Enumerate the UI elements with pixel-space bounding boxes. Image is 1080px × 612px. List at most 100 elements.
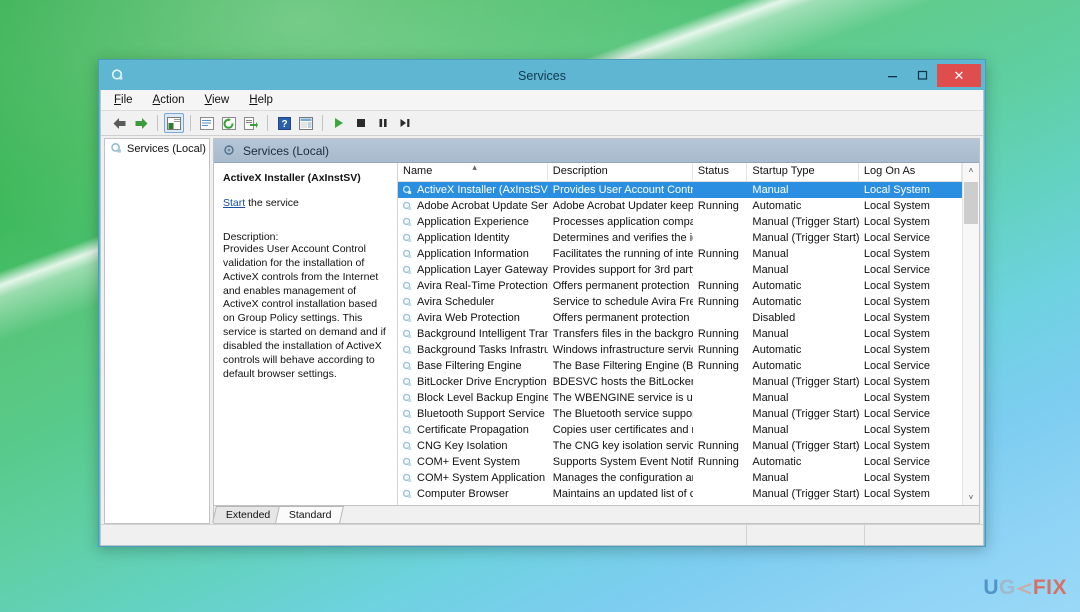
cell-name: Application Information xyxy=(398,248,548,260)
table-row[interactable]: Adobe Acrobat Update Serv... Adobe Acroba… xyxy=(398,198,962,214)
cell-name-label: Certificate Propagation xyxy=(417,424,529,436)
cell-log_on_as: Local System xyxy=(863,392,930,404)
menu-item-file[interactable]: File xyxy=(111,93,136,107)
cell-description: Offers permanent protection ag... xyxy=(552,312,693,324)
cell-name: COM+ Event System xyxy=(398,456,548,468)
service-icon xyxy=(402,409,413,420)
back-button[interactable] xyxy=(109,113,129,133)
cell-name-label: COM+ System Application xyxy=(417,472,546,484)
table-row[interactable]: Application Layer Gateway ... Provides su… xyxy=(398,262,962,278)
pause-service-button[interactable] xyxy=(373,113,393,133)
table-row[interactable]: Avira Web Protection Offers permanent pro… xyxy=(398,310,962,326)
table-row[interactable]: CNG Key Isolation The CNG key isolation s… xyxy=(398,438,962,454)
table-row[interactable]: Base Filtering Engine The Base Filtering … xyxy=(398,358,962,374)
service-icon xyxy=(402,313,413,324)
forward-button[interactable] xyxy=(131,113,151,133)
table-row[interactable]: Application Information Facilitates the r… xyxy=(398,246,962,262)
action-pane-button[interactable] xyxy=(296,113,316,133)
cell-name: Avira Scheduler xyxy=(398,296,548,308)
service-icon xyxy=(402,201,413,212)
restart-service-button[interactable] xyxy=(395,113,415,133)
table-row[interactable]: BitLocker Drive Encryption ... BDESVC hos… xyxy=(398,374,962,390)
service-icon xyxy=(402,377,413,388)
watermark-tfix: FIX xyxy=(1032,576,1067,599)
tab-standard-label: Standard xyxy=(289,509,332,521)
table-row[interactable]: Background Tasks Infrastru... Windows inf… xyxy=(398,342,962,358)
detail-action-line: Start the service xyxy=(223,197,388,209)
scrollbar-track[interactable] xyxy=(963,178,979,490)
refresh-button[interactable] xyxy=(219,113,239,133)
column-header-description[interactable]: Description xyxy=(548,163,693,181)
list-rows-container: ActiveX Installer (AxInstSV) Provides Use… xyxy=(398,182,979,505)
cell-name-label: Avira Scheduler xyxy=(417,296,495,308)
cell-description: BDESVC hosts the BitLocker Driv... xyxy=(552,376,693,388)
column-header-startup-type[interactable]: Startup Type xyxy=(747,163,859,181)
cell-log_on_as: Local System xyxy=(863,216,930,228)
cell-startup_type: Manual (Trigger Start) xyxy=(752,488,859,500)
detail-description-text: Provides User Account Control validation… xyxy=(223,243,386,380)
cell-description: Service to schedule Avira Free A... xyxy=(552,296,693,308)
column-header-status[interactable]: Status xyxy=(693,163,748,181)
cell-description: Determines and verifies the iden... xyxy=(552,232,693,244)
table-row[interactable]: Application Identity Determines and verif… xyxy=(398,230,962,246)
cell-startup_type: Manual xyxy=(752,392,789,404)
table-row[interactable]: Bluetooth Support Service The Bluetooth s… xyxy=(398,406,962,422)
cell-log_on_as: Local System xyxy=(863,296,930,308)
menu-item-action[interactable]: Action xyxy=(150,93,188,107)
start-service-button[interactable] xyxy=(329,113,349,133)
cell-name-label: Application Layer Gateway ... xyxy=(417,264,548,276)
window-titlebar[interactable]: Services ✕ xyxy=(100,61,984,90)
cell-log_on_as: Local Service xyxy=(863,232,930,244)
cell-status: Running xyxy=(697,456,739,468)
console-tree-button[interactable] xyxy=(164,113,184,133)
services-window: Services ✕ File Action View Help ? Servi… xyxy=(98,59,986,547)
tab-extended[interactable]: Extended xyxy=(212,506,283,523)
menu-accel-help: H xyxy=(249,94,258,106)
service-icon xyxy=(402,361,413,372)
cell-log_on_as: Local Service xyxy=(863,456,930,468)
table-row[interactable]: Certificate Propagation Copies user certi… xyxy=(398,422,962,438)
cell-name: Background Intelligent Tran... xyxy=(398,328,548,340)
start-service-link[interactable]: Start xyxy=(223,197,245,209)
cell-log_on_as: Local System xyxy=(863,440,930,452)
cell-log_on_as: Local Service xyxy=(863,264,930,276)
cell-name-label: Base Filtering Engine xyxy=(417,360,522,372)
toolbar-separator-2 xyxy=(190,115,191,131)
cell-log_on_as: Local System xyxy=(863,200,930,212)
result-header-label: Services (Local) xyxy=(243,143,330,158)
table-row[interactable]: Computer Browser Maintains an updated lis… xyxy=(398,486,962,502)
cell-name: BitLocker Drive Encryption ... xyxy=(398,376,548,388)
table-row[interactable]: Avira Scheduler Service to schedule Avira… xyxy=(398,294,962,310)
toolbar-separator-4 xyxy=(322,115,323,131)
menu-item-view[interactable]: View xyxy=(202,93,233,107)
table-row[interactable]: Avira Real-Time Protection Offers permane… xyxy=(398,278,962,294)
table-row[interactable]: COM+ Event System Supports System Event N… xyxy=(398,454,962,470)
table-row[interactable]: Block Level Backup Engine ... The WBENGIN… xyxy=(398,390,962,406)
tab-standard[interactable]: Standard xyxy=(275,506,344,523)
list-vertical-scrollbar[interactable]: ˄ ˅ xyxy=(962,163,979,505)
scroll-down-arrow-icon[interactable]: ˅ xyxy=(963,490,979,505)
scroll-up-arrow-icon[interactable]: ˄ xyxy=(963,163,979,178)
cell-startup_type: Manual xyxy=(752,248,789,260)
desktop-background: Services ✕ File Action View Help ? Servi… xyxy=(0,0,1080,612)
table-row[interactable]: COM+ System Application Manages the confi… xyxy=(398,470,962,486)
help-button[interactable]: ? xyxy=(274,113,294,133)
detail-service-title: ActiveX Installer (AxInstSV) xyxy=(223,172,361,184)
tab-extended-label: Extended xyxy=(225,509,271,521)
cell-name-label: Background Tasks Infrastru... xyxy=(417,344,548,356)
properties-button[interactable] xyxy=(197,113,217,133)
scrollbar-thumb[interactable] xyxy=(964,182,978,224)
table-row[interactable]: ActiveX Installer (AxInstSV) Provides Use… xyxy=(398,182,962,198)
cell-startup_type: Manual (Trigger Start) xyxy=(752,376,859,388)
cell-log_on_as: Local System xyxy=(863,424,930,436)
table-row[interactable]: Application Experience Processes applicat… xyxy=(398,214,962,230)
menu-rest-file: ile xyxy=(121,94,133,106)
cell-description: The Base Filtering Engine (BFE) i... xyxy=(552,360,693,372)
export-list-button[interactable] xyxy=(241,113,261,133)
column-header-name[interactable]: Name ▴ xyxy=(398,163,548,181)
menu-item-help[interactable]: Help xyxy=(246,93,276,107)
stop-service-button[interactable] xyxy=(351,113,371,133)
table-row[interactable]: Background Intelligent Tran... Transfers … xyxy=(398,326,962,342)
column-header-log-on-as[interactable]: Log On As xyxy=(859,163,962,181)
tree-node-services-local[interactable]: Services (Local) xyxy=(105,139,209,158)
